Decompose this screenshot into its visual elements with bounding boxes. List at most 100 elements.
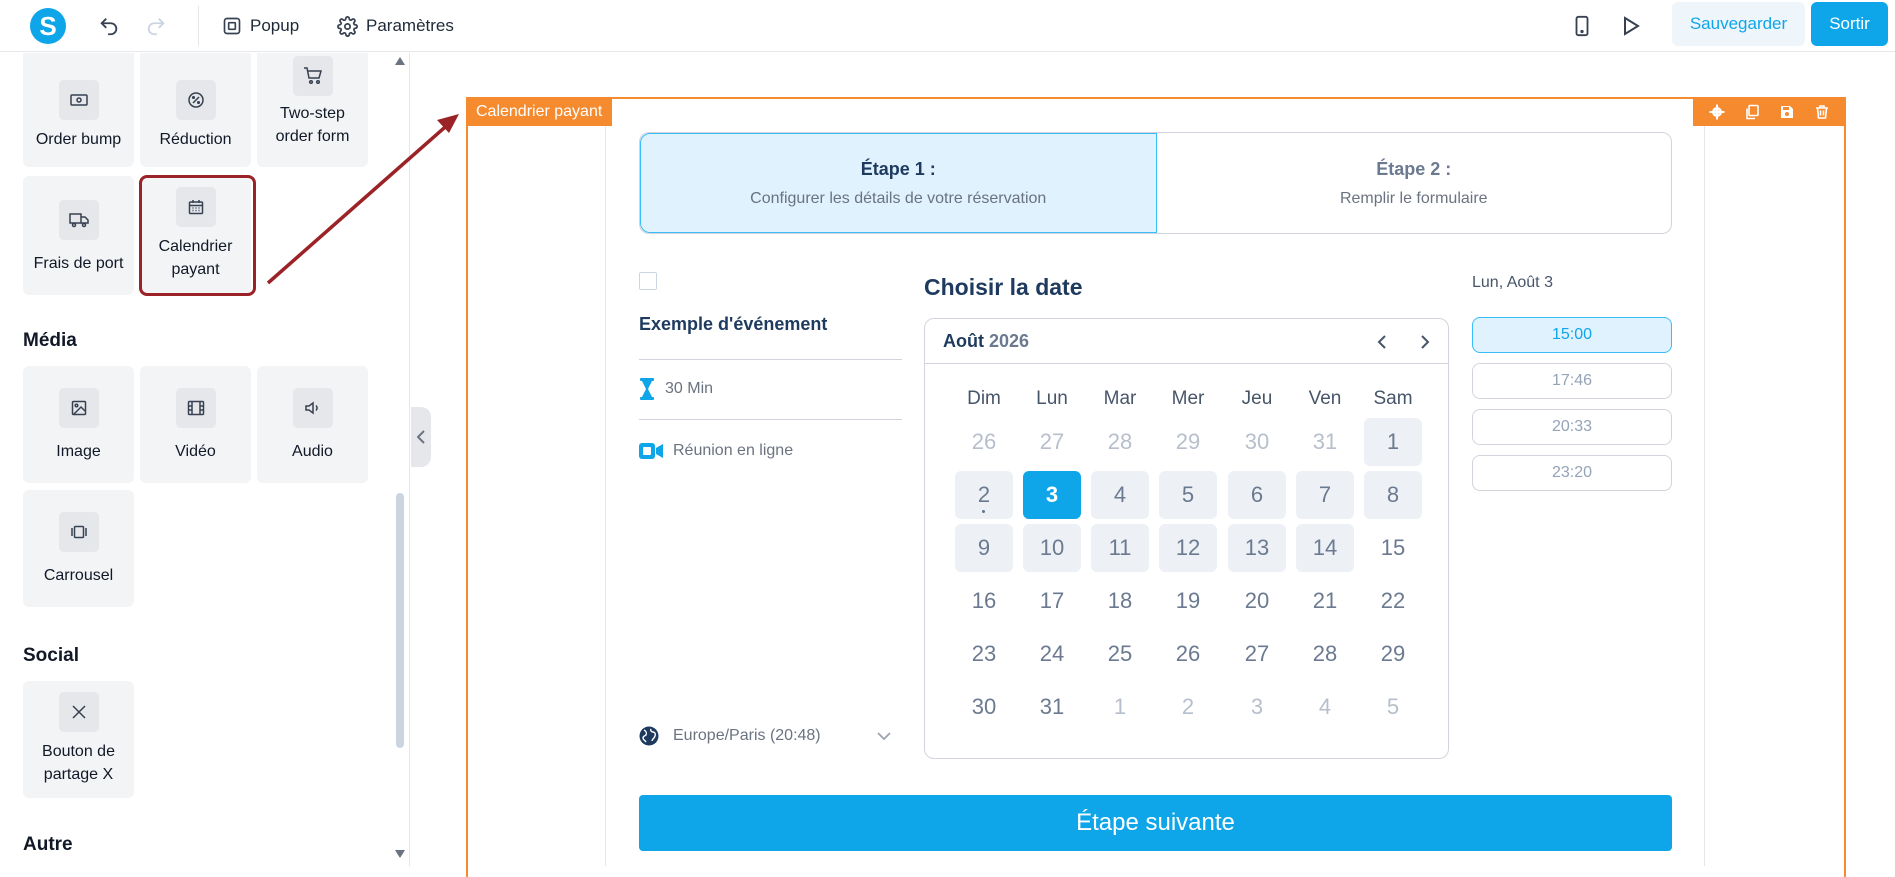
time-slot[interactable]: 20:33 — [1472, 409, 1672, 445]
day-number: 28 — [1107, 429, 1133, 454]
weekday-label: Ven — [1308, 388, 1342, 409]
trash-icon[interactable] — [1814, 104, 1830, 120]
calendar-day[interactable]: 29 — [1364, 630, 1422, 678]
calendar-day[interactable]: 14 — [1296, 524, 1354, 572]
popup-label: Popup — [250, 16, 300, 35]
time-slot[interactable]: 23:20 — [1472, 455, 1672, 491]
calendar-day[interactable]: 23 — [955, 630, 1013, 678]
calendar-day[interactable]: 9 — [955, 524, 1013, 572]
save-button[interactable]: Sauvegarder — [1672, 2, 1805, 46]
gear-icon — [337, 15, 358, 37]
element-share-x[interactable]: Bouton de partage X — [23, 681, 134, 798]
calendar-day[interactable]: 19 — [1159, 577, 1217, 625]
day-number: 7 — [1318, 482, 1332, 507]
calendar-day[interactable]: 4 — [1091, 471, 1149, 519]
calendar-day[interactable]: 16 — [955, 577, 1013, 625]
calendar-day[interactable]: 13 — [1228, 524, 1286, 572]
calendar-day[interactable]: 6 — [1228, 471, 1286, 519]
day-number: 27 — [1244, 641, 1270, 666]
event-location: Réunion en ligne — [639, 442, 793, 460]
globe-icon — [639, 726, 659, 746]
settings-button[interactable]: Paramètres — [337, 12, 454, 40]
calendar-day[interactable]: 15 — [1364, 524, 1422, 572]
chevron-left-icon — [417, 430, 425, 444]
time-slot[interactable]: 17:46 — [1472, 363, 1672, 399]
calendar-day[interactable]: 5 — [1159, 471, 1217, 519]
calendar-day[interactable]: 28 — [1296, 630, 1354, 678]
step-2[interactable]: Étape 2 : Remplir le formulaire — [1157, 133, 1672, 233]
element-audio[interactable]: Audio — [257, 366, 368, 483]
day-number: 1 — [1386, 429, 1400, 454]
calendar-day[interactable]: 24 — [1023, 630, 1081, 678]
tile-label: Order bump — [35, 131, 122, 148]
scroll-up-icon[interactable] — [395, 57, 405, 65]
element-reduction[interactable]: Réduction — [140, 53, 251, 167]
day-number: 15 — [1380, 535, 1406, 560]
save-block-icon[interactable] — [1779, 104, 1795, 120]
block-tag[interactable]: Calendrier payant — [466, 97, 613, 126]
calendar-day[interactable]: 21 — [1296, 577, 1354, 625]
next-month-button[interactable] — [1415, 331, 1435, 353]
day-number: 29 — [1175, 429, 1201, 454]
calendar-day[interactable]: 1 — [1364, 418, 1422, 466]
mobile-preview-icon[interactable] — [1568, 12, 1596, 40]
weekday-label: Sam — [1373, 388, 1413, 409]
tile-label: Two-step order form — [275, 105, 350, 145]
next-step-button[interactable]: Étape suivante — [639, 795, 1672, 851]
calendar-day[interactable]: 18 — [1091, 577, 1149, 625]
tile-label: Image — [56, 443, 101, 460]
calendar-day[interactable]: 22 — [1364, 577, 1422, 625]
sidebar-scroll-thumb[interactable] — [396, 493, 404, 748]
calendar-day[interactable]: 27 — [1228, 630, 1286, 678]
calendar-day[interactable]: 2 — [955, 471, 1013, 519]
day-number: 3 — [1250, 694, 1264, 719]
step-title: Étape 1 : — [860, 158, 936, 179]
collapse-sidebar-button[interactable] — [411, 407, 431, 467]
calendar-day[interactable]: 17 — [1023, 577, 1081, 625]
calendar-day[interactable]: 11 — [1091, 524, 1149, 572]
weekday-label: Mer — [1171, 388, 1205, 409]
step-1[interactable]: Étape 1 : Configurer les détails de votr… — [640, 133, 1157, 233]
truck-icon — [58, 200, 99, 240]
calendar-day[interactable]: 26 — [1159, 630, 1217, 678]
element-video[interactable]: Vidéo — [140, 366, 251, 483]
day-number: 20 — [1244, 588, 1270, 613]
calendar-day[interactable]: 25 — [1091, 630, 1149, 678]
element-image[interactable]: Image — [23, 366, 134, 483]
popup-icon — [223, 17, 241, 35]
app-logo[interactable]: S — [30, 8, 66, 44]
redo-icon[interactable] — [142, 12, 170, 40]
element-order-bump[interactable]: Order bump — [23, 53, 134, 167]
duplicate-icon[interactable] — [1744, 104, 1760, 120]
calendar-day: 31 — [1296, 418, 1354, 466]
element-two-step-order-form[interactable]: Two-step order form — [257, 53, 368, 167]
exit-button[interactable]: Sortir — [1811, 2, 1888, 46]
popup-button[interactable]: Popup — [222, 12, 299, 40]
day-number: 9 — [977, 535, 991, 560]
scroll-down-icon[interactable] — [395, 850, 405, 858]
gear-icon[interactable] — [1709, 104, 1725, 120]
calendar-day[interactable]: 7 — [1296, 471, 1354, 519]
calendar-day[interactable]: 31 — [1023, 683, 1081, 731]
calendar-day[interactable]: 3 — [1023, 471, 1081, 519]
time-slot[interactable]: 15:00 — [1472, 317, 1672, 353]
play-preview-icon[interactable] — [1617, 12, 1645, 40]
calendar-day[interactable]: 10 — [1023, 524, 1081, 572]
order-bump-icon — [58, 80, 99, 120]
hourglass-icon — [640, 378, 654, 400]
film-icon — [175, 388, 216, 428]
day-number: 6 — [1250, 482, 1264, 507]
calendar-day: 1 — [1091, 683, 1149, 731]
timezone-select[interactable]: Europe/Paris (20:48) — [639, 726, 891, 746]
location-text: Réunion en ligne — [673, 442, 794, 459]
undo-icon[interactable] — [95, 12, 123, 40]
calendar-day[interactable]: 30 — [955, 683, 1013, 731]
calendar-day[interactable]: 20 — [1228, 577, 1286, 625]
element-shipping[interactable]: Frais de port — [23, 176, 134, 295]
element-carousel[interactable]: Carrousel — [23, 490, 134, 607]
calendar-day[interactable]: 12 — [1159, 524, 1217, 572]
tile-label: Réduction — [159, 131, 232, 148]
calendar-widget: Août 2026 Dim Lun Mar Mer Jeu Ven Sam 26 27 28 29… — [924, 318, 1449, 759]
previous-month-button[interactable] — [1372, 331, 1392, 353]
calendar-day[interactable]: 8 — [1364, 471, 1422, 519]
